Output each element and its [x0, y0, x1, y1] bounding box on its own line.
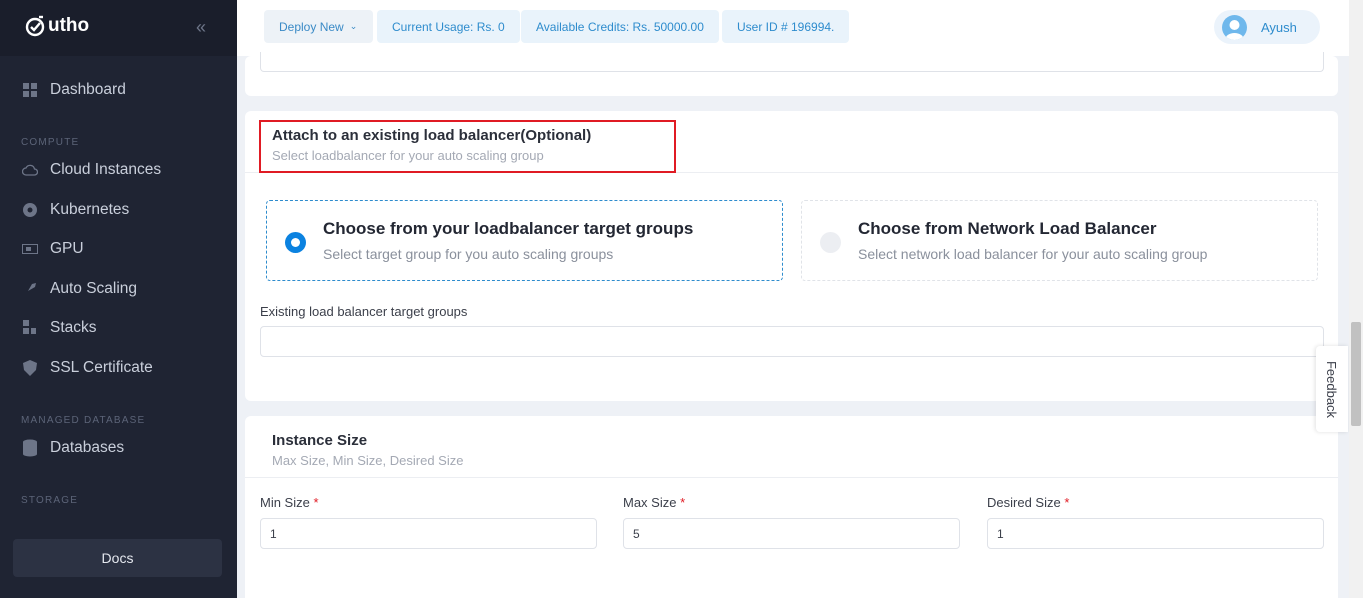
grid-icon: [22, 82, 38, 98]
sidebar-item-ssl-certificate[interactable]: SSL Certificate: [22, 359, 153, 377]
option-title: Choose from your loadbalancer target gro…: [323, 219, 694, 238]
desired-size-input[interactable]: 1: [987, 518, 1324, 549]
user-id-badge[interactable]: User ID # 196994.: [722, 10, 850, 43]
min-size-input[interactable]: 1: [260, 518, 597, 549]
sidebar-item-gpu[interactable]: GPU: [22, 240, 84, 258]
desired-size-label: Desired Size *: [987, 495, 1069, 510]
feedback-tab[interactable]: Feedback: [1316, 346, 1348, 432]
sidebar-item-label: Dashboard: [50, 81, 126, 98]
sidebar-item-label: Auto Scaling: [50, 280, 138, 297]
target-groups-select[interactable]: [260, 326, 1324, 357]
scrollbar-thumb[interactable]: [1351, 322, 1361, 426]
section-label-managed-database: MANAGED DATABASE: [21, 415, 146, 426]
desired-size-label-text: Desired Size: [987, 495, 1061, 510]
divider: [245, 477, 1338, 478]
avatar: [1222, 14, 1247, 40]
radio-unselected[interactable]: [820, 232, 841, 253]
database-icon: [22, 439, 38, 457]
sidebar-item-dashboard[interactable]: Dashboard: [22, 81, 126, 99]
min-size-label-text: Min Size: [260, 495, 310, 510]
sidebar: utho « Dashboard COMPUTE Cloud Instances…: [0, 0, 237, 598]
section-label-storage: STORAGE: [21, 495, 79, 506]
sidebar-item-cloud-instances[interactable]: Cloud Instances: [22, 161, 161, 179]
deploy-new-label: Deploy New: [279, 19, 344, 34]
gpu-icon: [22, 241, 38, 257]
sidebar-item-label: Kubernetes: [50, 201, 130, 218]
instance-size-title: Instance Size: [272, 432, 368, 449]
sidebar-item-auto-scaling[interactable]: Auto Scaling: [22, 280, 137, 298]
option-network-load-balancer[interactable]: Choose from Network Load Balancer Select…: [801, 200, 1318, 281]
stacks-icon: [22, 320, 38, 336]
option-target-groups[interactable]: Choose from your loadbalancer target gro…: [266, 200, 783, 281]
docs-button[interactable]: Docs: [13, 539, 222, 577]
available-credits-badge[interactable]: Available Credits: Rs. 50000.00: [521, 10, 719, 43]
utho-logo-icon: [25, 15, 45, 37]
instance-size-subtitle: Max Size, Min Size, Desired Size: [272, 453, 464, 468]
required-mark: *: [1064, 495, 1070, 510]
brand-name: utho: [48, 15, 90, 36]
chevron-down-icon: ⌄: [349, 21, 358, 31]
max-size-label: Max Size *: [623, 495, 685, 510]
sidebar-item-kubernetes[interactable]: Kubernetes: [22, 201, 129, 219]
sidebar-item-label: GPU: [50, 240, 84, 257]
option-subtitle: Select target group for you auto scaling…: [323, 246, 614, 262]
topbar: Deploy New ⌄ Current Usage: Rs. 0 Availa…: [237, 0, 1363, 56]
section-label-compute: COMPUTE: [21, 137, 80, 148]
max-size-input[interactable]: 5: [623, 518, 960, 549]
sidebar-item-stacks[interactable]: Stacks: [22, 319, 97, 337]
previous-input[interactable]: [260, 52, 1324, 72]
required-mark: *: [680, 495, 686, 510]
logo-bar: utho «: [0, 0, 237, 56]
sidebar-item-databases[interactable]: Databases: [22, 439, 124, 457]
instance-size-card: Instance Size Max Size, Min Size, Desire…: [245, 416, 1338, 598]
double-chevron-left-icon[interactable]: «: [196, 17, 206, 38]
min-size-label: Min Size *: [260, 495, 319, 510]
sidebar-item-label: Stacks: [50, 319, 97, 336]
target-groups-label: Existing load balancer target groups: [260, 304, 468, 319]
highlight-box: [259, 120, 676, 173]
previous-section-card: [245, 52, 1338, 96]
option-title: Choose from Network Load Balancer: [858, 219, 1157, 238]
rocket-icon: [22, 281, 38, 297]
radio-selected[interactable]: [285, 232, 306, 253]
user-name: Ayush: [1261, 19, 1297, 35]
kubernetes-icon: [22, 202, 38, 218]
sidebar-item-label: SSL Certificate: [50, 359, 153, 376]
brand-logo[interactable]: utho: [24, 15, 89, 37]
sidebar-item-label: Databases: [50, 439, 125, 456]
required-mark: *: [313, 495, 319, 510]
shield-icon: [22, 360, 38, 376]
max-size-label-text: Max Size: [623, 495, 677, 510]
feedback-label: Feedback: [1324, 360, 1340, 418]
current-usage-badge[interactable]: Current Usage: Rs. 0: [377, 10, 520, 43]
cloud-icon: [22, 162, 38, 178]
scrollbar[interactable]: [1349, 0, 1363, 598]
deploy-new-dropdown[interactable]: Deploy New ⌄: [264, 10, 373, 43]
user-menu[interactable]: Ayush: [1214, 10, 1320, 44]
option-subtitle: Select network load balancer for your au…: [858, 246, 1208, 262]
sidebar-item-label: Cloud Instances: [50, 161, 162, 178]
